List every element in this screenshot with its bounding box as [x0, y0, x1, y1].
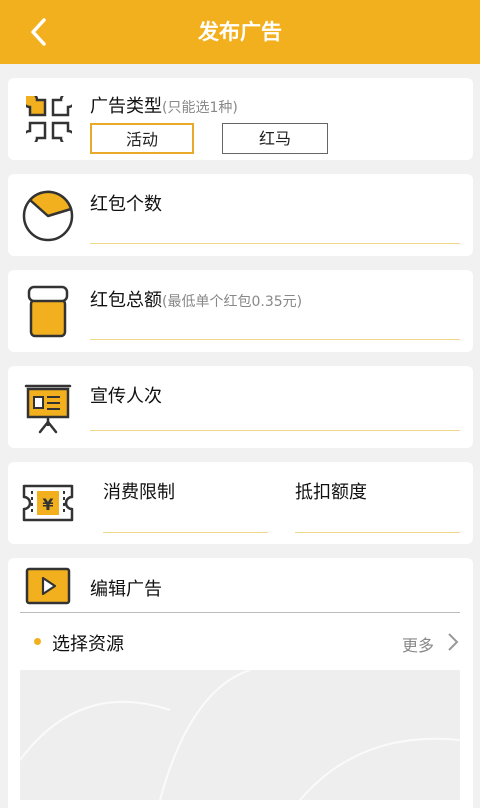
- chevron-right-icon[interactable]: [446, 632, 460, 652]
- more-link[interactable]: 更多: [402, 632, 434, 656]
- total-title: 红包总额: [90, 290, 162, 311]
- total-label: 红包总额(最低单个红包0.35元): [90, 286, 302, 312]
- edit-label[interactable]: 编辑广告: [90, 575, 162, 601]
- resource-preview[interactable]: [20, 670, 460, 800]
- consume-limit-input[interactable]: [103, 532, 268, 533]
- consume-card: ¥ 消费限制 抵扣额度: [8, 462, 473, 544]
- edit-divider: [20, 612, 460, 613]
- ad-type-label: 广告类型(只能选1种): [90, 92, 238, 118]
- promo-input[interactable]: [90, 430, 460, 431]
- total-hint: (最低单个红包0.35元): [162, 294, 303, 310]
- grid-icon: [26, 96, 72, 142]
- page-title: 发布广告: [198, 20, 282, 44]
- pie-chart-icon: [22, 190, 74, 242]
- count-label: 红包个数: [90, 194, 162, 215]
- consume-limit-label: 消费限制: [103, 482, 175, 503]
- promo-card: 宣传人次: [8, 366, 473, 448]
- resource-placeholder-art: [20, 670, 460, 800]
- ad-type-option-activity[interactable]: 活动: [90, 123, 194, 154]
- ad-type-hint: (只能选1种): [162, 100, 238, 116]
- billboard-icon: [24, 384, 72, 434]
- bullet-dot: [34, 638, 41, 645]
- ad-type-title: 广告类型: [90, 96, 162, 117]
- total-input[interactable]: [90, 339, 460, 340]
- top-bar: 发布广告: [0, 0, 480, 64]
- total-card: 红包总额(最低单个红包0.35元): [8, 270, 473, 352]
- svg-text:¥: ¥: [42, 495, 53, 514]
- deduct-input[interactable]: [295, 532, 460, 533]
- count-input[interactable]: [90, 243, 460, 244]
- promo-label: 宣传人次: [90, 386, 162, 407]
- count-card: 红包个数: [8, 174, 473, 256]
- jar-icon: [27, 285, 69, 338]
- ad-type-card: 广告类型(只能选1种) 活动 红马: [8, 78, 473, 160]
- ad-type-option-hongma[interactable]: 红马: [222, 123, 328, 154]
- coupon-icon: ¥: [22, 484, 74, 522]
- resource-label: 选择资源: [52, 634, 124, 655]
- deduct-label: 抵扣额度: [295, 482, 367, 503]
- play-video-icon: [25, 567, 71, 605]
